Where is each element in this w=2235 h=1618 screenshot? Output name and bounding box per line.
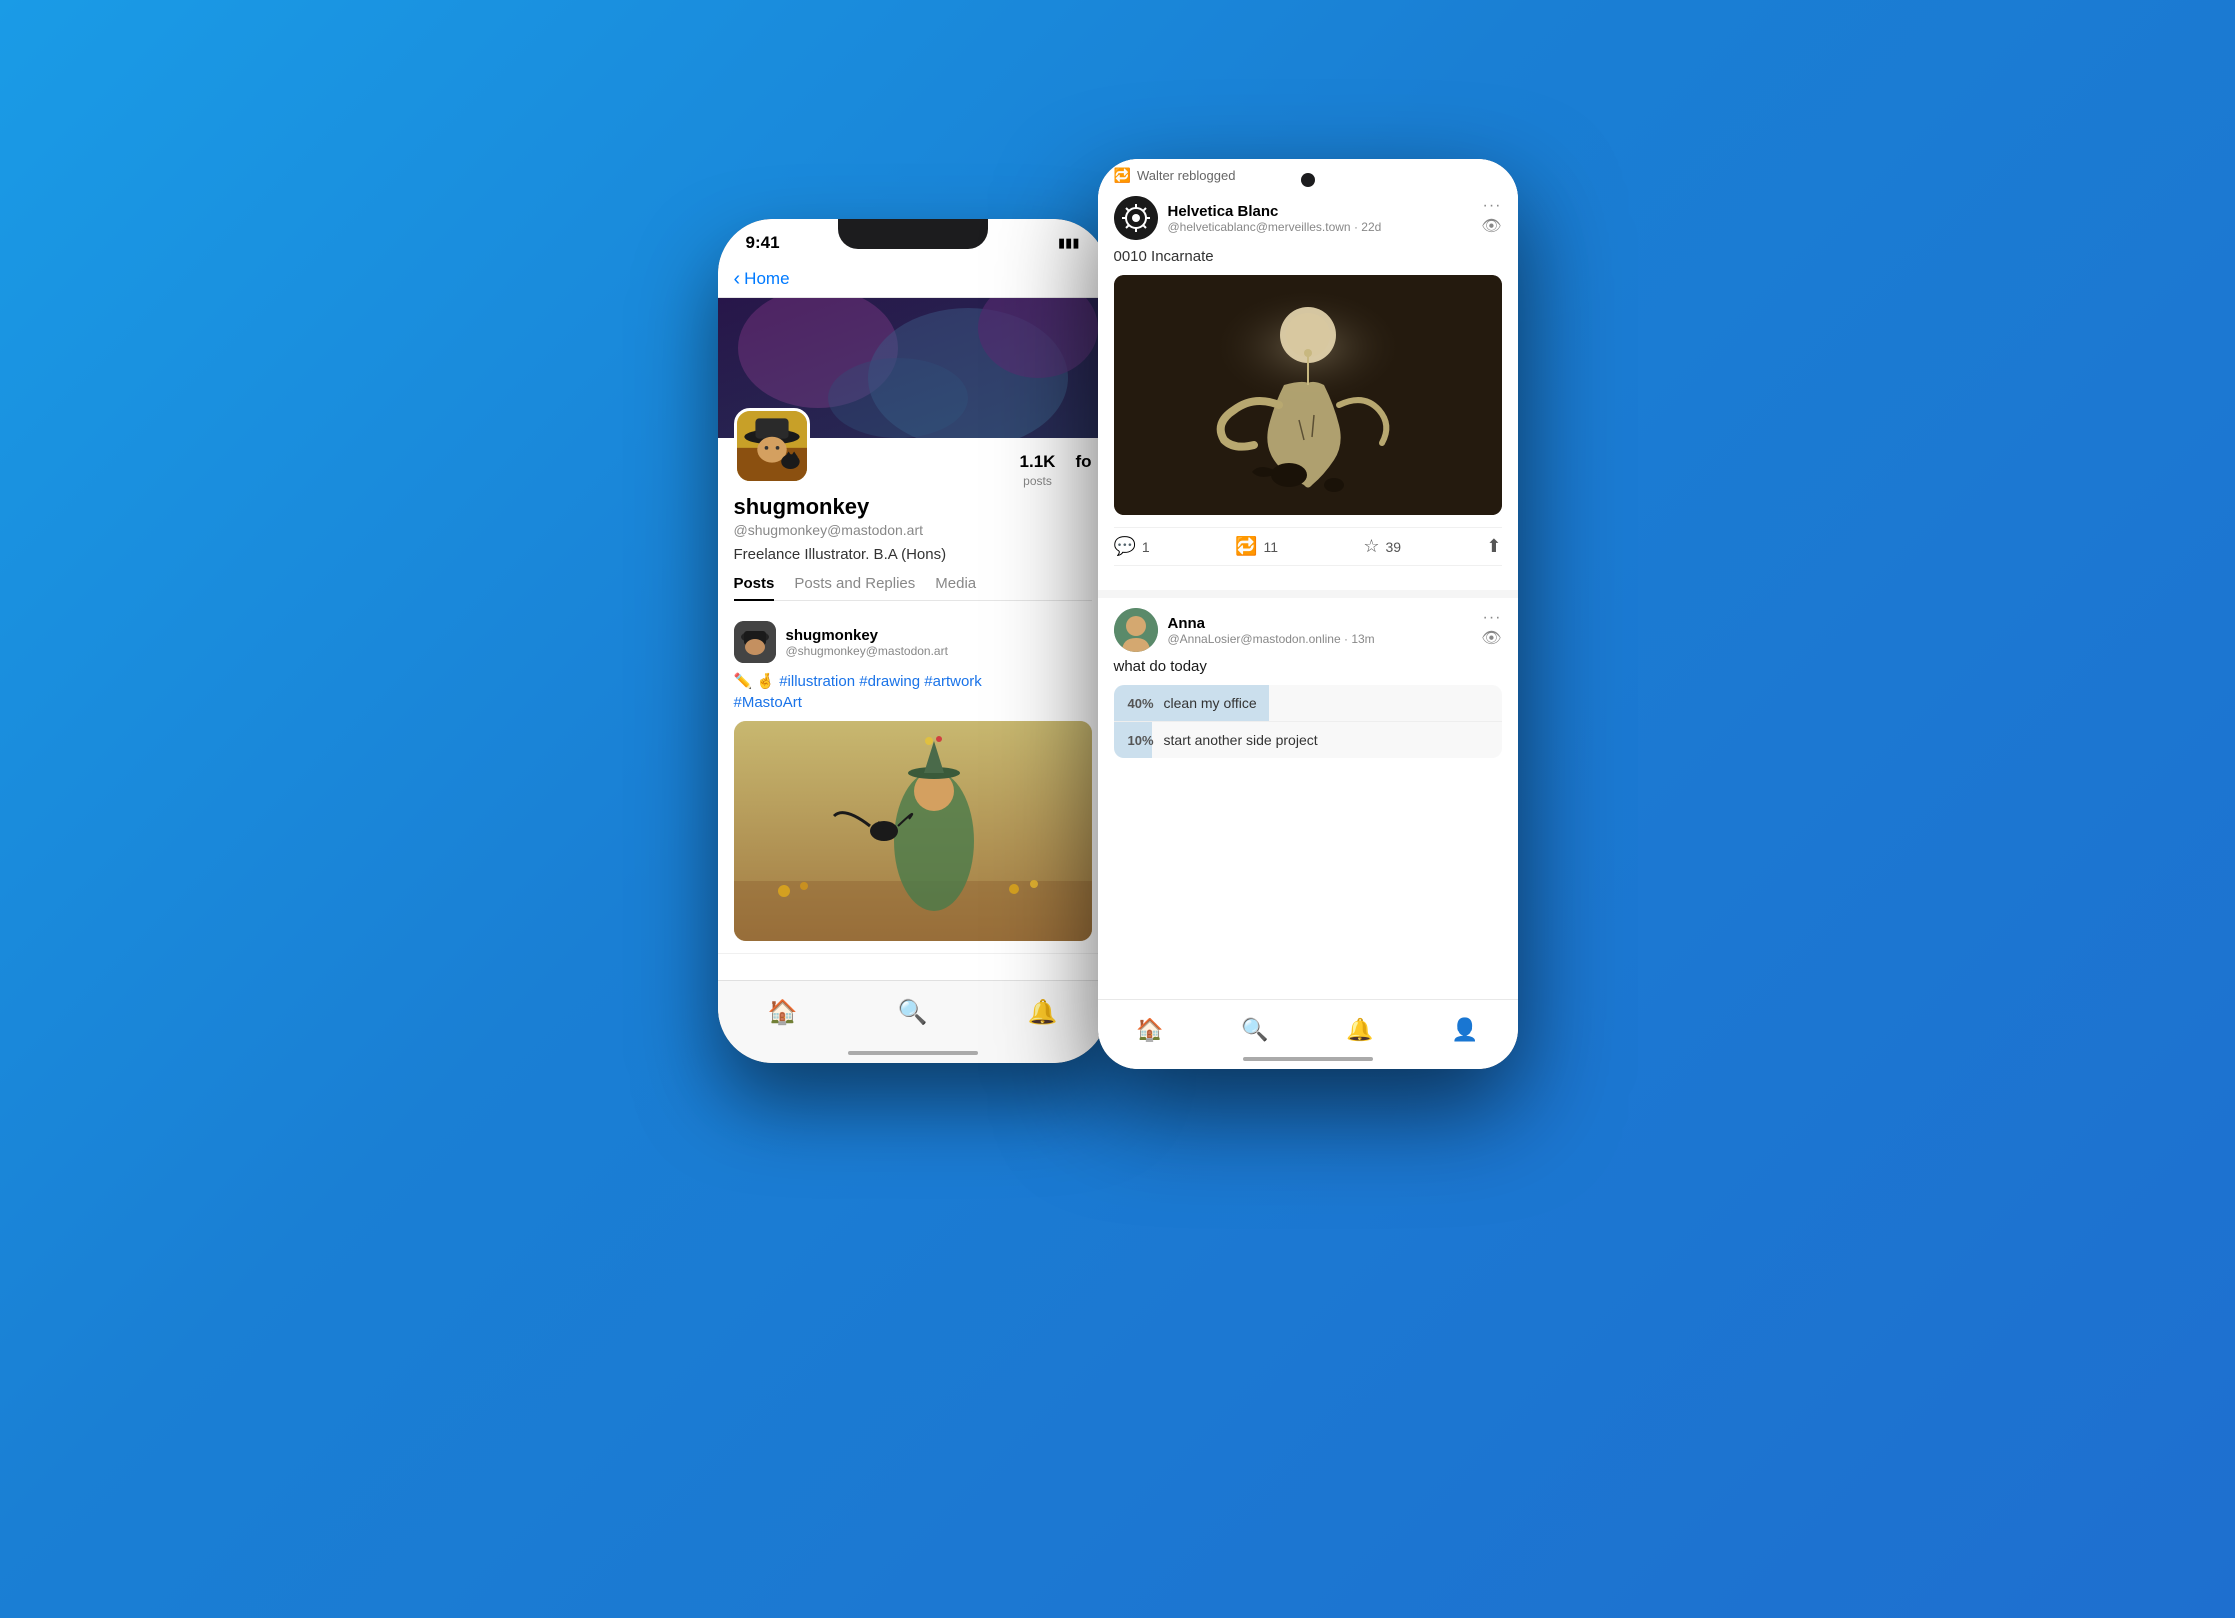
following-count: fo (1075, 452, 1091, 472)
boost-count: 11 (1263, 539, 1278, 555)
post-handle-right-1: @helveticablanc@merveilles.town · 22d (1168, 220, 1472, 234)
posts-label: posts (1023, 474, 1052, 488)
post-header-right-2: Anna @AnnaLosier@mastodon.online · 13m ·… (1114, 598, 1502, 658)
home-indicator-left (848, 1051, 978, 1055)
share-icon: ⬆ (1486, 536, 1501, 557)
post-avatar-left (734, 621, 776, 663)
status-icons-left: ▮▮▮ (1058, 235, 1079, 251)
post-user-info-right-2: Anna @AnnaLosier@mastodon.online · 13m (1168, 615, 1472, 646)
reblog-icon: 🔁 (1114, 167, 1131, 184)
more-options-icon-2[interactable]: ··· (1483, 612, 1502, 625)
post-image-right-1[interactable] (1114, 275, 1502, 515)
post-header-left: shugmonkey @shugmonkey@mastodon.art (734, 621, 1092, 663)
post-user-info-left: shugmonkey @shugmonkey@mastodon.art (786, 627, 1092, 658)
poll-option-1[interactable]: 40% clean my office (1114, 685, 1502, 722)
favorite-count: 39 (1385, 539, 1401, 555)
avatar-svg-left (737, 408, 807, 484)
post-username-right-2: Anna (1168, 615, 1472, 632)
phones-container: 9:41 ▮▮▮ ‹ Home (718, 159, 1518, 1459)
battery-icon-left: ▮▮▮ (1058, 235, 1079, 251)
post-right-2: Anna @AnnaLosier@mastodon.online · 13m ·… (1098, 590, 1518, 758)
post-header-right-1: Helvetica Blanc @helveticablanc@merveill… (1114, 188, 1502, 248)
tab-media[interactable]: Media (935, 575, 976, 600)
post-actions-menu-2: ··· 👁 (1481, 612, 1501, 649)
nav-home-right[interactable]: 🏠 (1136, 1017, 1163, 1043)
nav-profile-right[interactable]: 👤 (1451, 1017, 1478, 1043)
phone-left: 9:41 ▮▮▮ ‹ Home (718, 219, 1108, 1063)
boost-icon: 🔁 (1235, 536, 1257, 557)
visibility-icon-1: 👁 (1481, 216, 1501, 236)
post-content-left: ✏️ 🤞 #illustration #drawing #artwork #Ma… (734, 671, 1092, 713)
profile-stats: 1.1K posts fo (1020, 452, 1092, 490)
anna-avatar-svg (1114, 608, 1158, 652)
phone-right: 9:30 ▮▮ mastodon ⚙ (1098, 159, 1518, 1069)
header-left: ‹ Home (718, 261, 1108, 298)
camera-dot-right (1301, 173, 1315, 187)
poll-container: 40% clean my office 10% start another si… (1114, 685, 1502, 758)
avatar-left (734, 408, 810, 484)
post-handle-right-2: @AnnaLosier@mastodon.online · 13m (1168, 632, 1472, 646)
profile-tabs-left: Posts Posts and Replies Media (734, 575, 1092, 601)
post-content-right-2: what do today (1114, 658, 1502, 675)
poll-percent-2: 10% (1128, 733, 1154, 748)
home-indicator-right (1243, 1057, 1373, 1061)
post-actions-right-1: 💬 1 🔁 11 ☆ 39 ⬆ (1114, 527, 1502, 566)
post-title-right-1: 0010 Incarnate (1114, 248, 1502, 265)
more-options-icon-1[interactable]: ··· (1483, 200, 1502, 213)
feed-scroll-right[interactable]: 🔁 Walter reblogged (1098, 159, 1518, 999)
visibility-icon-2: 👁 (1481, 628, 1501, 648)
helvetica-avatar-svg (1114, 196, 1158, 240)
post-item-left: shugmonkey @shugmonkey@mastodon.art ✏️ 🤞… (718, 609, 1108, 954)
post-actions-menu-1: ··· 👁 (1481, 200, 1501, 237)
profile-bio-left: Freelance Illustrator. B.A (Hons) (734, 546, 1092, 563)
post-avatar-right-2 (1114, 608, 1158, 652)
post-avatar-svg-left (734, 621, 776, 663)
favorite-action[interactable]: ☆ 39 (1363, 536, 1401, 557)
back-button[interactable]: ‹ Home (734, 269, 790, 289)
incarnate-art-svg (1114, 275, 1502, 515)
comment-icon: 💬 (1114, 536, 1136, 557)
following-stat: fo (1075, 452, 1091, 490)
poll-option-2[interactable]: 10% start another side project (1114, 722, 1502, 758)
profile-section-left: 1.1K posts fo shugmonkey @shugmonkey@mas… (718, 438, 1108, 609)
nav-search-right[interactable]: 🔍 (1241, 1017, 1268, 1043)
post-handle-left: @shugmonkey@mastodon.art (786, 644, 1092, 658)
profile-username-left: shugmonkey (734, 494, 1092, 520)
notch-left (838, 219, 988, 249)
star-icon: ☆ (1363, 536, 1379, 557)
reblog-text: Walter reblogged (1137, 168, 1236, 183)
comment-action[interactable]: 💬 1 (1114, 536, 1150, 557)
post-avatar-right-1 (1114, 196, 1158, 240)
boost-action[interactable]: 🔁 11 (1235, 536, 1278, 557)
tab-posts-replies[interactable]: Posts and Replies (794, 575, 915, 600)
share-action[interactable]: ⬆ (1486, 536, 1501, 557)
crow-art-svg (734, 721, 1092, 941)
nav-notifications-left[interactable]: 🔔 (1028, 998, 1058, 1027)
poll-percent-1: 40% (1128, 696, 1154, 711)
post-username-left: shugmonkey (786, 627, 1092, 644)
profile-handle-left: @shugmonkey@mastodon.art (734, 522, 1092, 538)
post-username-right-1: Helvetica Blanc (1168, 203, 1472, 220)
post-user-info-right-1: Helvetica Blanc @helveticablanc@merveill… (1168, 203, 1472, 234)
comment-count: 1 (1142, 539, 1150, 555)
back-label: Home (744, 269, 789, 289)
post-right-1: Helvetica Blanc @helveticablanc@merveill… (1098, 188, 1518, 590)
back-chevron-icon: ‹ (734, 269, 741, 289)
status-time-left: 9:41 (746, 233, 780, 253)
poll-text-2: start another side project (1164, 732, 1318, 748)
nav-search-left[interactable]: 🔍 (898, 998, 928, 1027)
nav-home-left[interactable]: 🏠 (768, 998, 798, 1027)
phone-left-screen: 9:41 ▮▮▮ ‹ Home (718, 219, 1108, 1063)
posts-count: 1.1K (1020, 452, 1056, 472)
poll-text-1: clean my office (1164, 695, 1257, 711)
post-hashtags-left: #MastoArt (734, 694, 802, 711)
tab-posts[interactable]: Posts (734, 575, 775, 600)
phone-right-screen: 9:30 ▮▮ mastodon ⚙ (1098, 159, 1518, 1069)
posts-stat: 1.1K posts (1020, 452, 1056, 490)
post-image-left (734, 721, 1092, 941)
nav-notifications-right[interactable]: 🔔 (1346, 1017, 1373, 1043)
